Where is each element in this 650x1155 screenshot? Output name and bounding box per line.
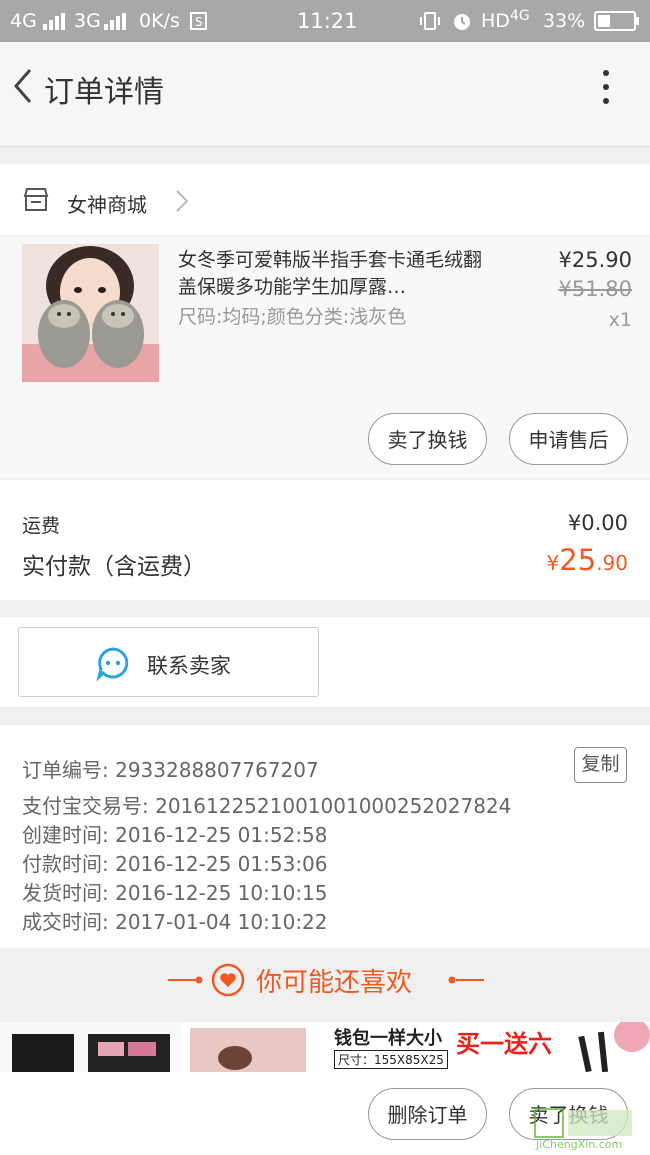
completed-time: 成交时间: 2017-01-04 10:10:22	[22, 910, 328, 934]
paid-time: 付款时间: 2016-12-25 01:53:06	[22, 852, 328, 876]
delete-order-button[interactable]: 删除订单	[368, 1088, 487, 1140]
svg-text:S: S	[195, 15, 203, 29]
palette-case	[12, 1034, 74, 1072]
banner-text-promo: 买一送六	[456, 1030, 552, 1058]
shipping-value: ¥0.00	[567, 511, 628, 535]
network-label-1: 4G	[10, 10, 37, 32]
paid-integer: 25	[559, 543, 597, 577]
product-title[interactable]: 女冬季可爱韩版半指手套卡通毛绒翻盖保暖多功能学生加厚露…	[178, 247, 498, 301]
copy-button[interactable]: 复制	[574, 747, 627, 783]
chat-bubble-icon	[96, 647, 129, 681]
right-dash-dot-icon	[448, 976, 484, 984]
watermark-mark	[568, 1110, 632, 1136]
signal-icon	[43, 13, 65, 30]
heart-icon	[211, 963, 245, 997]
signal-icon	[104, 13, 126, 30]
recommend-item-eye[interactable]	[190, 1028, 306, 1072]
product-quantity: x1	[608, 309, 632, 331]
paid-total: ¥25.90	[547, 543, 628, 577]
hd-label: HD	[481, 10, 510, 32]
brush-handle	[578, 1035, 592, 1072]
status-bar: 4G 3G 0K/s S 11:21 HD 4G 33%	[0, 0, 650, 42]
banner-size-tag: 尺寸：155X85X25	[334, 1050, 448, 1069]
eye-shape	[218, 1046, 252, 1070]
recommend-title: 你可能还喜欢	[256, 968, 413, 998]
vibrate-icon	[420, 12, 440, 30]
battery-percent: 33%	[543, 10, 586, 32]
shop-name: 女神商城	[67, 193, 147, 217]
paid-decimal: .90	[596, 551, 628, 575]
after-sale-button[interactable]: 申请售后	[509, 413, 628, 465]
left-dash-dot-icon	[168, 976, 203, 984]
contact-seller-button[interactable]: 联系卖家	[18, 627, 319, 697]
watermark-box-icon	[534, 1108, 564, 1138]
banner-text-size: 钱包一样大小	[334, 1028, 442, 1049]
palette-shade	[98, 1042, 124, 1056]
net-speed: 0K/s	[139, 10, 180, 32]
nav-bar: 订单详情	[0, 42, 650, 130]
palette-shade	[128, 1042, 156, 1056]
resell-button[interactable]: 卖了换钱	[368, 413, 487, 465]
s-box-icon: S	[190, 12, 207, 30]
back-arrow-icon[interactable]	[10, 66, 36, 106]
product-spec: 尺码:均码;颜色分类:浅灰色	[178, 306, 407, 328]
chevron-right-icon	[176, 190, 189, 212]
recommend-strip: 钱包一样大小 买一送六 尺寸：155X85X25	[0, 1022, 650, 1072]
alarm-icon	[454, 14, 470, 30]
contact-seller-label: 联系卖家	[147, 654, 231, 678]
order-number: 订单编号: 2933288807767207	[22, 758, 319, 782]
paid-currency: ¥	[546, 551, 560, 575]
brush-handle	[597, 1031, 609, 1072]
brush-head	[614, 1022, 650, 1052]
clock: 11:21	[297, 9, 358, 33]
shipping-label: 运费	[22, 515, 61, 537]
payment-card: 运费 ¥0.00 实付款（含运费） ¥25.90	[0, 480, 650, 600]
alipay-trade-number: 支付宝交易号: 2016122521001001000252027824	[22, 794, 512, 818]
shipped-time: 发货时间: 2016-12-25 10:10:15	[22, 881, 328, 905]
divider	[0, 130, 650, 147]
recommend-item-brush[interactable]: 钱包一样大小 买一送六 尺寸：155X85X25	[320, 1022, 650, 1072]
network-label-2: 3G	[74, 10, 101, 32]
product-price: ¥25.90	[558, 248, 632, 272]
page-title: 订单详情	[44, 75, 164, 110]
more-menu-icon[interactable]	[596, 68, 616, 106]
battery-icon	[594, 11, 639, 31]
gloves-photo	[22, 244, 159, 382]
hd-net-label: 4G	[510, 8, 530, 24]
original-price: ¥51.80	[558, 277, 632, 301]
product-image[interactable]	[22, 244, 159, 382]
store-icon	[23, 188, 49, 211]
paid-label: 实付款（含运费）	[22, 554, 206, 580]
watermark-logo: JiChengXin.com	[534, 1106, 646, 1152]
watermark-text: JiChengXin.com	[536, 1138, 623, 1151]
shop-header[interactable]: 女神商城	[0, 164, 650, 235]
recommend-item-palette[interactable]	[0, 1022, 182, 1072]
created-time: 创建时间: 2016-12-25 01:52:58	[22, 823, 328, 847]
